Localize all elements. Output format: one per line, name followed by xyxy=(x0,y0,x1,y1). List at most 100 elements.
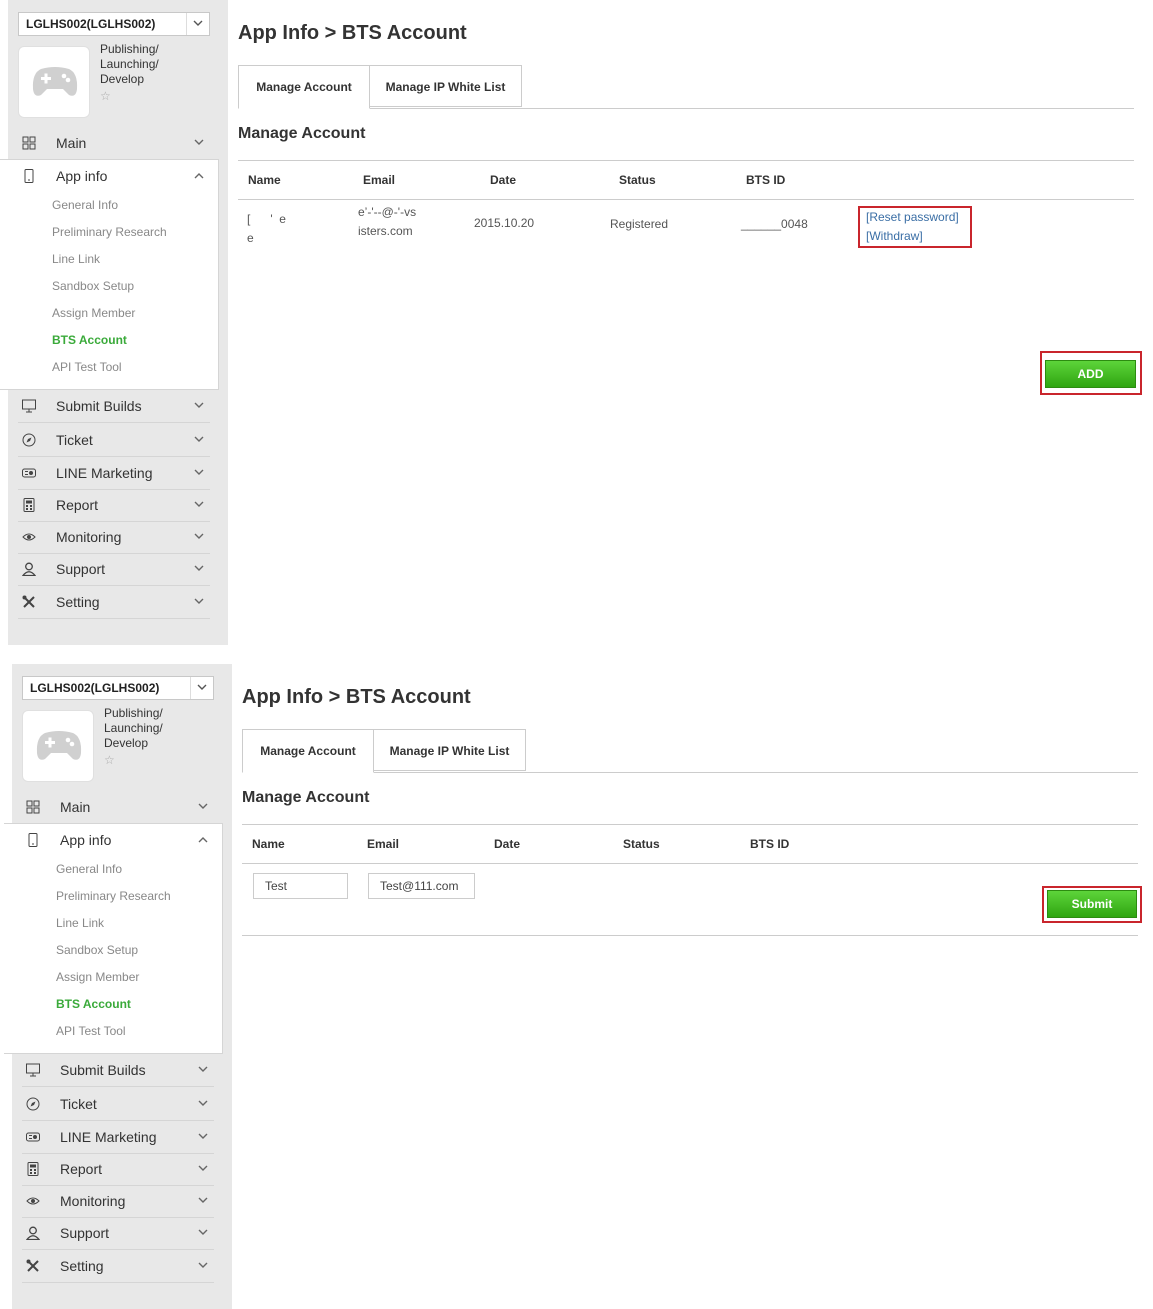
tab-manage-ip-white-list[interactable]: Manage IP White List xyxy=(369,65,522,107)
sidebar-item-main[interactable]: Main xyxy=(22,791,214,824)
status-line: Publishing/ xyxy=(100,42,159,56)
sidebar-item-ticket[interactable]: Ticket xyxy=(22,1088,214,1121)
status-line: Publishing/ xyxy=(104,706,163,720)
subitem-api-test-tool[interactable]: API Test Tool xyxy=(52,360,122,374)
star-icon[interactable]: ☆ xyxy=(104,753,115,767)
panel-add-form-view: LGLHS002(LGLHS002) Publishing/ Launching… xyxy=(4,664,1153,1309)
chevron-down-icon xyxy=(194,469,204,475)
sidebar-item-label: Monitoring xyxy=(56,529,122,545)
page-title: App Info > BTS Account xyxy=(242,686,471,708)
panel-list-view: LGLHS002(LGLHS002) Publishing/ Launching… xyxy=(0,0,1153,645)
grid-icon xyxy=(22,136,36,150)
sidebar-item-monitoring[interactable]: Monitoring xyxy=(18,521,210,554)
sidebar-item-support[interactable]: Support xyxy=(22,1217,214,1250)
column-header-bts-id: BTS ID xyxy=(746,173,786,187)
column-header-status: Status xyxy=(619,173,656,187)
subitem-preliminary-research[interactable]: Preliminary Research xyxy=(52,225,167,239)
tab-manage-account[interactable]: Manage Account xyxy=(238,65,370,109)
chevron-down-icon xyxy=(194,565,204,571)
sidebar-item-setting[interactable]: Setting xyxy=(22,1250,214,1283)
subitem-line-link[interactable]: Line Link xyxy=(52,252,100,266)
subitem-bts-account[interactable]: BTS Account xyxy=(52,333,127,347)
sidebar-item-label: Report xyxy=(60,1161,103,1177)
status-line: Launching/ xyxy=(104,721,163,735)
app-status: Publishing/ Launching/ Develop xyxy=(104,706,204,751)
grid-icon xyxy=(26,800,40,814)
chevron-down-icon xyxy=(198,1133,208,1139)
row-actions-highlight: [Reset password] [Withdraw] xyxy=(858,206,972,248)
tab-bar: Manage Account Manage IP White List xyxy=(242,729,1138,773)
app-selector[interactable]: LGLHS002(LGLHS002) xyxy=(18,12,210,36)
sidebar-item-report[interactable]: Report xyxy=(18,489,210,522)
app-info-submenu: App info General Info Preliminary Resear… xyxy=(4,823,223,1054)
chevron-down-icon xyxy=(198,803,208,809)
eye-icon xyxy=(26,1197,40,1205)
sidebar-item-label: Submit Builds xyxy=(60,1062,146,1078)
page-title: App Info > BTS Account xyxy=(238,22,467,44)
sidebar-item-label: LINE Marketing xyxy=(56,465,153,481)
mobile-icon xyxy=(24,169,34,183)
app-icon xyxy=(22,710,94,782)
cell-name: [ ' e xyxy=(247,212,286,226)
star-icon[interactable]: ☆ xyxy=(100,89,111,103)
withdraw-link[interactable]: [Withdraw] xyxy=(866,229,923,243)
tools-icon xyxy=(26,1259,39,1272)
tab-manage-account[interactable]: Manage Account xyxy=(242,729,374,773)
subitem-preliminary-research[interactable]: Preliminary Research xyxy=(56,889,171,903)
cell-date: 2015.10.20 xyxy=(474,216,535,230)
column-header-name: Name xyxy=(252,837,285,851)
subitem-line-link[interactable]: Line Link xyxy=(56,916,104,930)
reset-password-link[interactable]: [Reset password] xyxy=(866,210,959,224)
gamepad-icon xyxy=(36,731,82,760)
subitem-assign-member[interactable]: Assign Member xyxy=(52,306,135,320)
name-input[interactable]: Test xyxy=(253,873,348,899)
chevron-down-icon[interactable] xyxy=(190,677,213,699)
calculator-icon xyxy=(23,498,35,512)
subitem-general-info[interactable]: General Info xyxy=(52,198,118,212)
compass-icon xyxy=(26,1097,40,1111)
subitem-assign-member[interactable]: Assign Member xyxy=(56,970,139,984)
sidebar-item-submit-builds[interactable]: Submit Builds xyxy=(18,390,210,423)
sidebar-item-app-info[interactable]: App info xyxy=(18,160,210,192)
sidebar-item-main[interactable]: Main xyxy=(18,127,210,160)
section-title: Manage Account xyxy=(238,125,366,142)
sidebar-item-submit-builds[interactable]: Submit Builds xyxy=(22,1054,214,1087)
subitem-bts-account[interactable]: BTS Account xyxy=(56,997,131,1011)
subitem-api-test-tool[interactable]: API Test Tool xyxy=(56,1024,126,1038)
sidebar-item-label: Ticket xyxy=(60,1096,97,1112)
monitor-icon xyxy=(26,1063,40,1077)
sidebar-item-label: App info xyxy=(60,832,112,848)
tab-manage-ip-white-list[interactable]: Manage IP White List xyxy=(373,729,526,771)
sidebar-item-report[interactable]: Report xyxy=(22,1153,214,1186)
sidebar-item-label: Ticket xyxy=(56,432,93,448)
column-header-date: Date xyxy=(490,173,517,187)
sidebar-item-support[interactable]: Support xyxy=(18,553,210,586)
subitem-general-info[interactable]: General Info xyxy=(56,862,122,876)
gamepad-icon xyxy=(32,67,78,96)
chevron-down-icon xyxy=(198,1100,208,1106)
sidebar-item-line-marketing[interactable]: LINE Marketing xyxy=(22,1121,214,1154)
status-line: Develop xyxy=(100,72,145,86)
sidebar-item-line-marketing[interactable]: LINE Marketing xyxy=(18,457,210,490)
submit-button[interactable]: Submit xyxy=(1047,890,1137,918)
email-input[interactable]: Test@111.com xyxy=(368,873,475,899)
app-status: Publishing/ Launching/ Develop xyxy=(100,42,200,87)
sidebar-item-monitoring[interactable]: Monitoring xyxy=(22,1185,214,1218)
subitem-sandbox-setup[interactable]: Sandbox Setup xyxy=(56,943,138,957)
sidebar-item-app-info[interactable]: App info xyxy=(22,824,214,856)
sidebar-item-setting[interactable]: Setting xyxy=(18,586,210,619)
sidebar-item-label: Report xyxy=(56,497,99,513)
status-line: Develop xyxy=(104,736,149,750)
subitem-sandbox-setup[interactable]: Sandbox Setup xyxy=(52,279,134,293)
cell-name-cont: e xyxy=(247,231,254,245)
table-header: Name Email Date Status BTS ID xyxy=(242,824,1138,864)
sidebar-item-ticket[interactable]: Ticket xyxy=(18,424,210,457)
add-button[interactable]: ADD xyxy=(1045,360,1136,388)
mobile-icon xyxy=(28,833,38,847)
chevron-down-icon xyxy=(194,501,204,507)
app-selector[interactable]: LGLHS002(LGLHS002) xyxy=(22,676,214,700)
chevron-down-icon[interactable] xyxy=(186,13,209,35)
app-icon xyxy=(18,46,90,118)
calculator-icon xyxy=(27,1162,39,1176)
status-line: Launching/ xyxy=(100,57,159,71)
